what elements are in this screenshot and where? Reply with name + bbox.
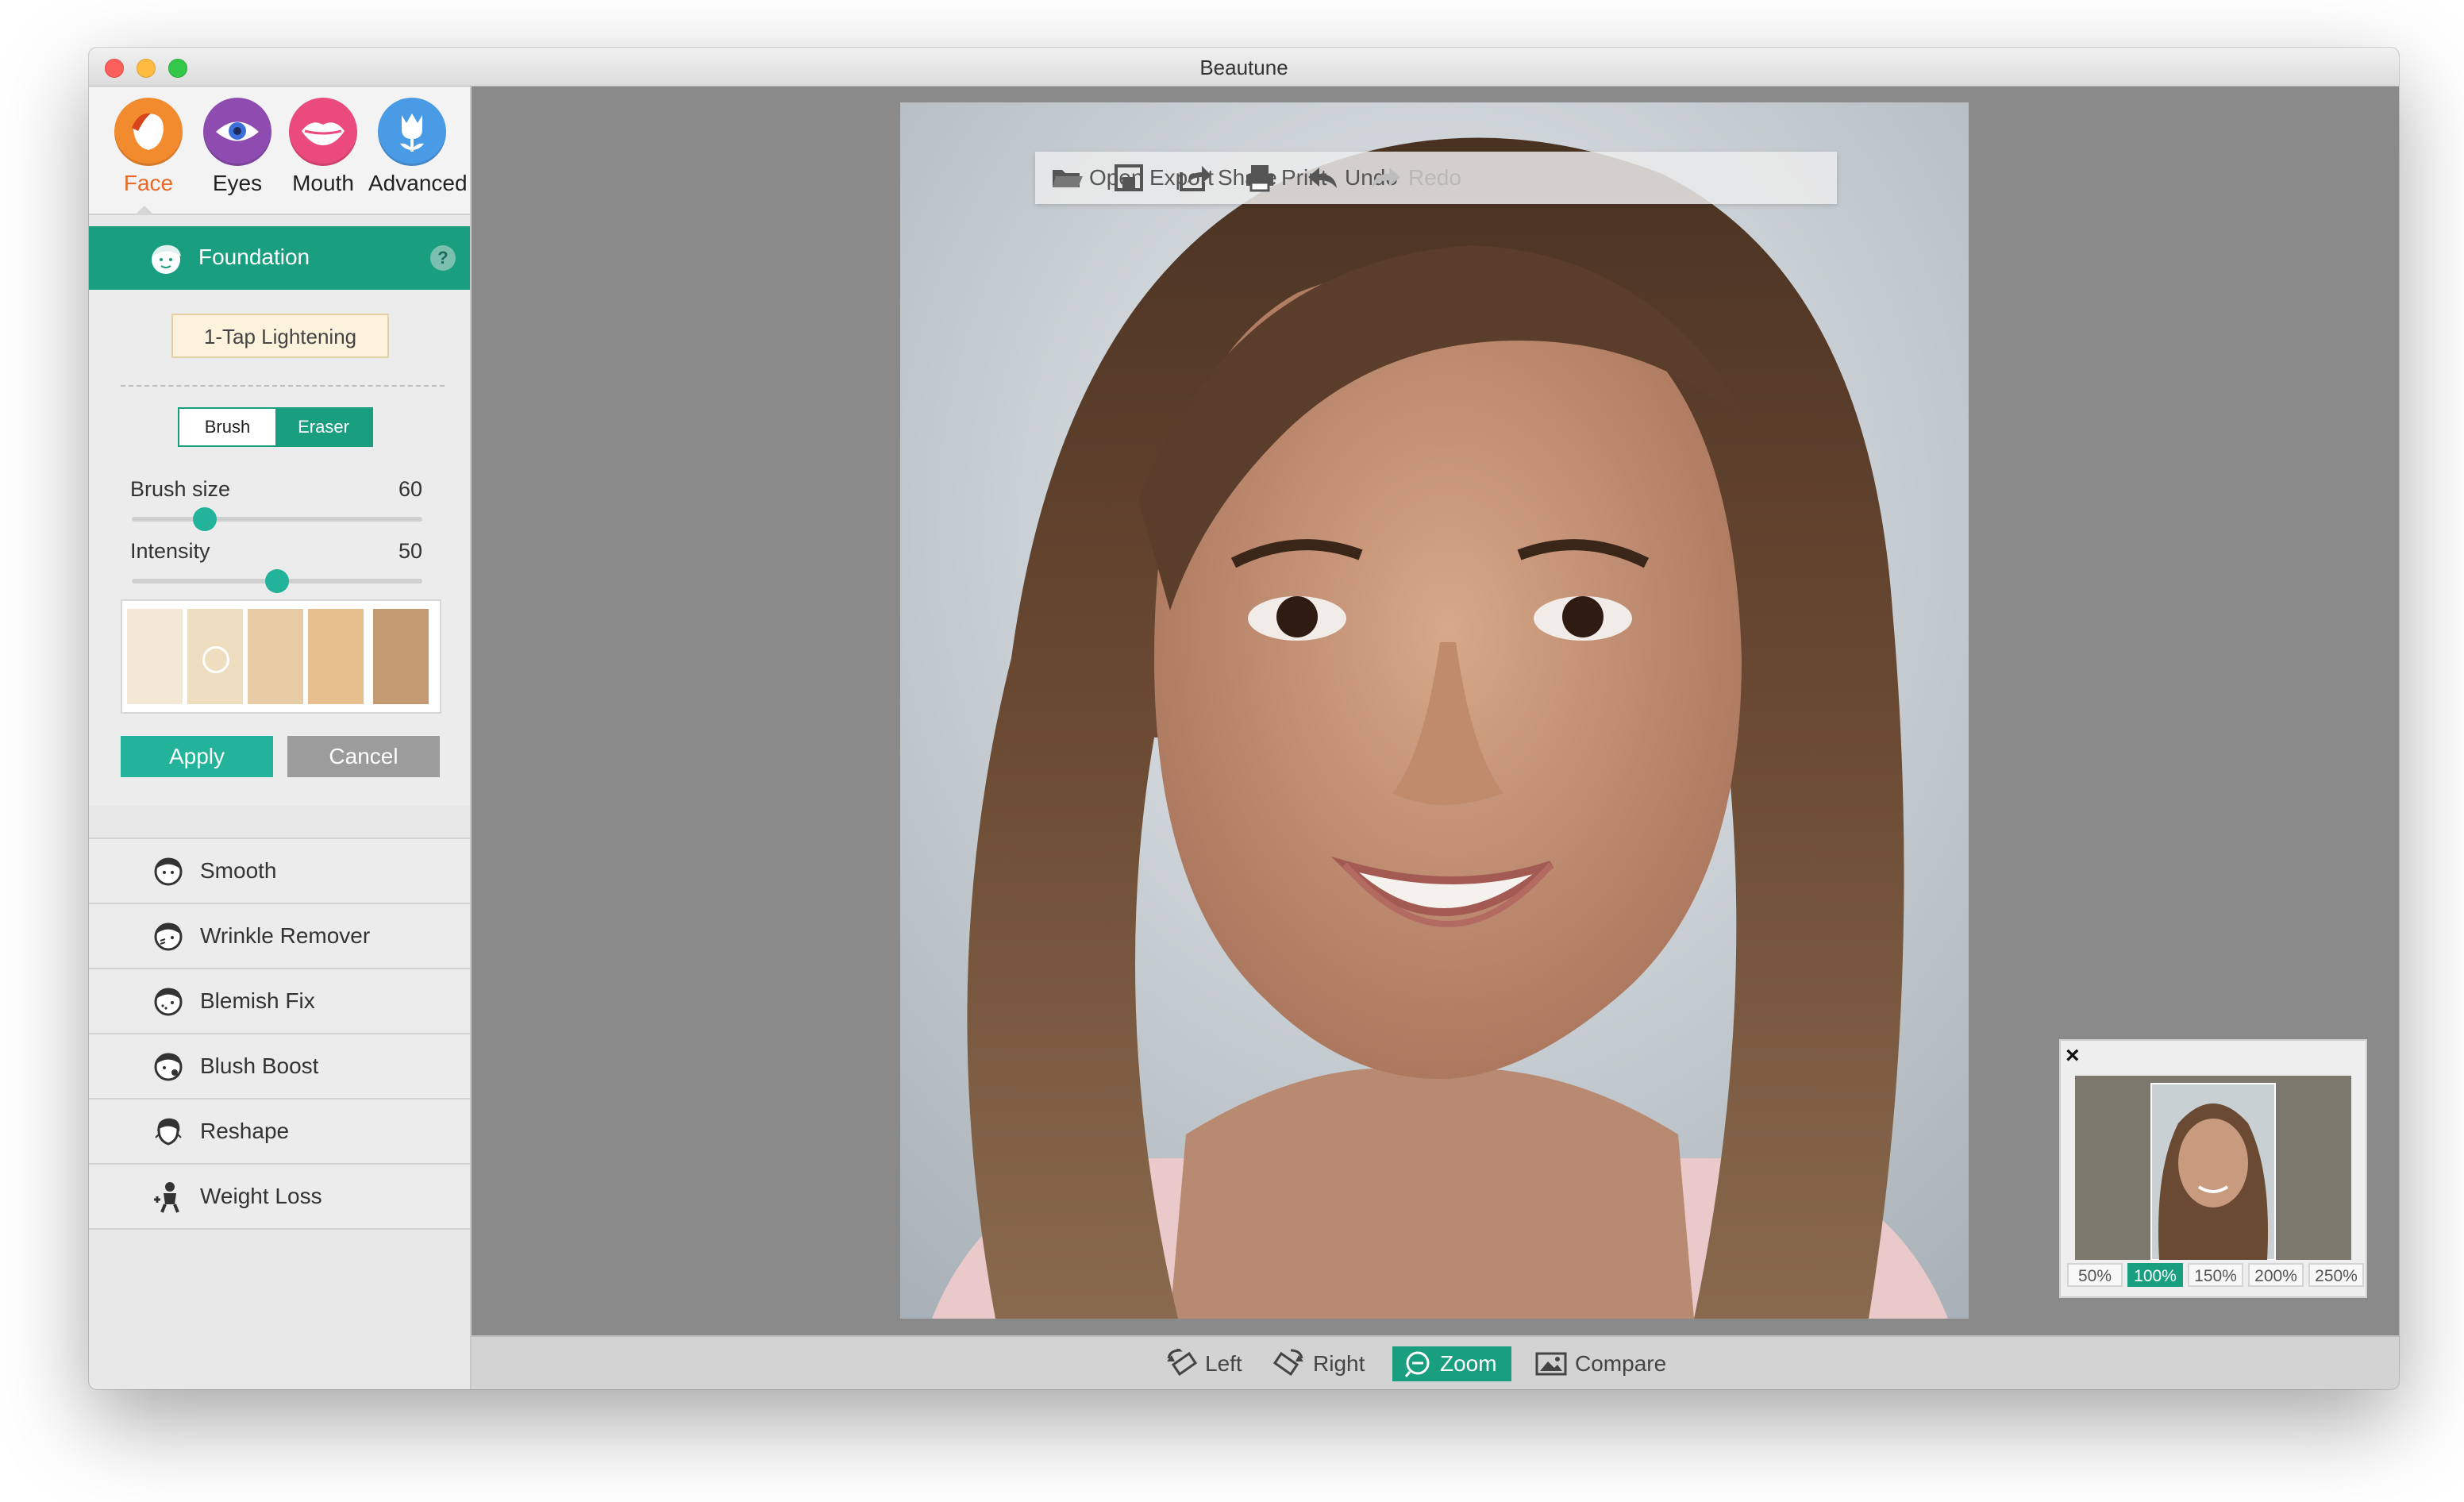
tool-foundation[interactable]: Foundation ? (89, 226, 470, 290)
redo-button[interactable]: Redo (1370, 163, 1461, 193)
share-icon (1180, 166, 1211, 191)
window-title: Beautune (1199, 56, 1288, 79)
compare-button[interactable]: Compare (1535, 1346, 1666, 1381)
printer-icon (1246, 165, 1273, 192)
app-window: Beautune Face Eyes Mouth Advanced Founda… (89, 48, 2399, 1389)
canvas-area: Open Export Share Print Undo (472, 87, 2399, 1337)
brush-size-slider-handle[interactable] (192, 507, 217, 531)
export-icon (1115, 164, 1143, 191)
tool-blemish-fix[interactable]: Blemish Fix (89, 968, 470, 1033)
intensity-slider[interactable] (132, 569, 422, 593)
intensity-value: 50 (398, 539, 422, 563)
blemish-face-icon (154, 988, 183, 1016)
zoom-level-button[interactable]: 250% (2308, 1263, 2364, 1287)
navigator-thumbnail[interactable] (2075, 1076, 2351, 1260)
skin-tone-swatches (121, 599, 441, 714)
tool-reshape[interactable]: Reshape (89, 1098, 470, 1163)
bottom-toolbar: Left Right Zoom Compare (472, 1335, 2399, 1389)
weight-loss-icon (154, 1182, 179, 1213)
skin-tone-swatch[interactable] (127, 609, 183, 704)
cancel-button[interactable]: Cancel (287, 736, 440, 777)
selected-swatch-indicator (202, 646, 229, 673)
portrait-image (900, 102, 1969, 1319)
skin-tone-swatch[interactable] (187, 609, 243, 704)
zoom-level-button[interactable]: 50% (2067, 1263, 2123, 1287)
tool-blush-boost[interactable]: Blush Boost (89, 1033, 470, 1098)
eye-icon (203, 98, 271, 166)
foundation-panel: 1-Tap Lightening Brush Eraser Brush size… (89, 290, 470, 806)
face-icon (114, 98, 183, 166)
brush-size-label: Brush size (130, 477, 231, 501)
navigator-panel: × 50% 100% 150% 200% 250% (2059, 1039, 2367, 1298)
zoom-icon (1404, 1351, 1430, 1377)
help-icon[interactable]: ? (430, 245, 456, 271)
tool-foundation-label: Foundation (198, 245, 310, 269)
active-category-pointer (135, 206, 154, 215)
intensity-slider-handle[interactable] (265, 569, 289, 593)
tool-weight-loss[interactable]: Weight Loss (89, 1163, 470, 1230)
redo-icon (1372, 168, 1400, 188)
tulip-icon (378, 98, 446, 166)
category-face[interactable]: Face (105, 98, 192, 196)
brush-mode-button[interactable]: Brush (179, 409, 275, 445)
rotate-left-button[interactable]: Left (1165, 1346, 1242, 1381)
smooth-face-icon (154, 857, 183, 886)
wrinkle-face-icon (154, 922, 183, 951)
category-mouth[interactable]: Mouth (279, 98, 367, 196)
tool-smooth[interactable]: Smooth (89, 838, 470, 903)
apply-button[interactable]: Apply (121, 736, 273, 777)
eraser-mode-button[interactable]: Eraser (275, 409, 372, 445)
undo-icon (1308, 168, 1337, 188)
divider (121, 385, 445, 387)
tool-list: Smooth Wrinkle Remover Blemish Fix Blush… (89, 838, 470, 1230)
rotate-right-icon (1273, 1349, 1303, 1377)
zoom-level-button[interactable]: 150% (2188, 1263, 2243, 1287)
skin-tone-swatch[interactable] (248, 609, 303, 704)
category-advanced[interactable]: Advanced (368, 98, 468, 196)
zoom-level-button[interactable]: 100% (2127, 1263, 2183, 1287)
reshape-face-icon (155, 1118, 182, 1146)
brush-size-slider[interactable] (132, 507, 422, 531)
zoom-level-button[interactable]: 200% (2248, 1263, 2304, 1287)
top-toolbar: Open Export Share Print Undo (1035, 152, 1837, 204)
brush-eraser-toggle: Brush Eraser (178, 407, 373, 447)
close-navigator-icon[interactable]: × (2066, 1042, 2080, 1069)
zoom-level-buttons: 50% 100% 150% 200% 250% (2067, 1263, 2369, 1287)
intensity-label: Intensity (130, 539, 210, 563)
portrait-photo[interactable]: Open Export Share Print Undo (900, 102, 1969, 1319)
thumbnail-image (2075, 1076, 2351, 1260)
category-tabs: Face Eyes Mouth Advanced (89, 87, 470, 215)
compare-image-icon (1535, 1352, 1567, 1376)
lips-icon (289, 98, 357, 166)
tool-wrinkle-remover[interactable]: Wrinkle Remover (89, 903, 470, 968)
rotate-left-icon (1167, 1349, 1197, 1377)
one-tap-lightening-button[interactable]: 1-Tap Lightening (171, 314, 389, 358)
blush-face-icon (154, 1053, 183, 1081)
sidebar: Face Eyes Mouth Advanced Foundation ? 1-… (89, 87, 472, 1389)
skin-tone-swatch[interactable] (373, 609, 429, 704)
zoom-button[interactable]: Zoom (1392, 1346, 1511, 1381)
rotate-right-button[interactable]: Right (1273, 1346, 1365, 1381)
title-bar: Beautune (89, 48, 2399, 87)
foundation-face-icon (152, 245, 181, 274)
brush-size-value: 60 (398, 477, 422, 501)
folder-icon (1053, 170, 1083, 187)
skin-tone-swatch[interactable] (308, 609, 364, 704)
category-eyes[interactable]: Eyes (194, 98, 281, 196)
